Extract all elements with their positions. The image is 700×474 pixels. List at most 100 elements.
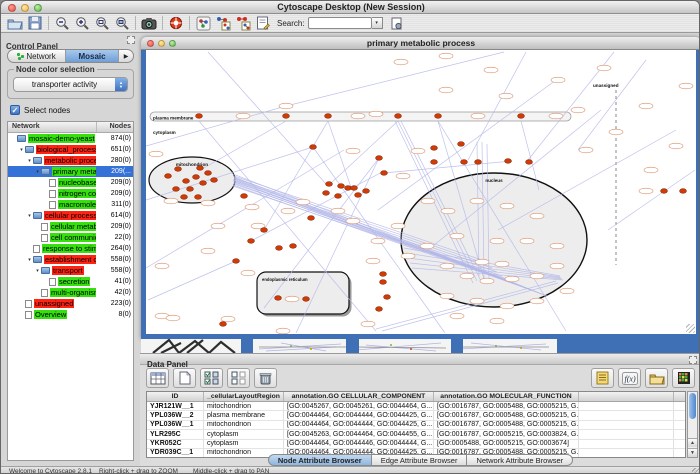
- table-column-header[interactable]: _cellularLayoutRegion: [204, 392, 284, 401]
- network-node-label[interactable]: [285, 296, 299, 302]
- network-node-label[interactable]: [149, 151, 163, 157]
- table-row[interactable]: YLR295Ccytoplasm[GO:0045263, GO:0044464,…: [147, 430, 685, 439]
- save-icon[interactable]: [25, 15, 45, 32]
- network-node-label[interactable]: [241, 270, 255, 276]
- network-node-label[interactable]: [679, 83, 693, 89]
- network-node-selected[interactable]: [461, 160, 468, 165]
- network-node-selected[interactable]: [338, 184, 345, 189]
- network-node-label[interactable]: [276, 328, 290, 334]
- tree-row[interactable]: ▾metabolic process280(0): [8, 155, 133, 166]
- network-node-selected[interactable]: [290, 244, 297, 249]
- network-node-label[interactable]: [411, 148, 425, 154]
- network-node-label[interactable]: [484, 67, 498, 73]
- network-node-label[interactable]: [221, 316, 235, 322]
- zoom-fit-icon[interactable]: [92, 15, 112, 32]
- expand-triangle-icon[interactable]: ▾: [18, 147, 25, 153]
- table-column-header[interactable]: [579, 392, 674, 401]
- network-node-label[interactable]: [211, 223, 225, 229]
- network-node-selected[interactable]: [475, 160, 482, 165]
- network-node-selected[interactable]: [395, 114, 402, 119]
- network-node-selected[interactable]: [205, 171, 212, 176]
- network-node-label[interactable]: [499, 93, 513, 99]
- network-node-selected[interactable]: [661, 189, 668, 194]
- expand-triangle-icon[interactable]: ▾: [26, 158, 33, 164]
- network-node-label[interactable]: [441, 208, 455, 214]
- network-node-selected[interactable]: [380, 272, 387, 277]
- tree-row[interactable]: secretion41(0): [8, 276, 133, 287]
- network-node-label[interactable]: [440, 263, 454, 269]
- network-node-selected[interactable]: [183, 179, 190, 184]
- network-node-label[interactable]: [530, 273, 544, 279]
- network-node-label[interactable]: [470, 198, 484, 204]
- tree-row[interactable]: ▾transport558(0): [8, 265, 133, 276]
- network-node-selected[interactable]: [335, 194, 342, 199]
- network-node-label[interactable]: [450, 233, 464, 239]
- network-edge[interactable]: [578, 60, 646, 150]
- color-attribute-combobox[interactable]: transporter activity ▲▼: [13, 77, 128, 92]
- tree-header[interactable]: Network Nodes: [8, 122, 133, 133]
- tree-row[interactable]: macromolecule311(0): [8, 199, 133, 210]
- network-node-label[interactable]: [439, 53, 453, 59]
- network-node-label[interactable]: [164, 198, 178, 204]
- network-node-label[interactable]: [369, 111, 383, 117]
- notes-icon[interactable]: [591, 368, 614, 388]
- network-node-label[interactable]: [644, 167, 658, 173]
- network-node-selected[interactable]: [276, 246, 283, 251]
- tree-row[interactable]: nucleobase-209(0): [8, 177, 133, 188]
- search-dropdown-arrow-icon[interactable]: ▾: [372, 17, 383, 29]
- expand-triangle-icon[interactable]: ▾: [26, 257, 33, 263]
- network-node-label[interactable]: [490, 318, 504, 324]
- network-node-label[interactable]: [495, 261, 509, 267]
- network-node-label[interactable]: [346, 218, 360, 224]
- network-node-label[interactable]: [439, 87, 453, 93]
- network-node-label[interactable]: [500, 203, 514, 209]
- network-node-selected[interactable]: [233, 259, 240, 264]
- network-node-label[interactable]: [166, 315, 180, 321]
- tab-mosaic[interactable]: Mosaic: [66, 50, 119, 62]
- tree-row[interactable]: mosaic-demo-yeast874(0): [8, 133, 133, 144]
- network-node-selected[interactable]: [431, 146, 438, 151]
- network-node-label[interactable]: [279, 103, 293, 109]
- network-edge[interactable]: [384, 161, 512, 173]
- network-node-selected[interactable]: [200, 181, 207, 186]
- network-node-label[interactable]: [550, 243, 564, 249]
- network-node-selected[interactable]: [165, 174, 172, 179]
- table-column-header[interactable]: ID: [147, 392, 204, 401]
- network-node-label[interactable]: [490, 238, 504, 244]
- network-node-selected[interactable]: [505, 159, 512, 164]
- expand-triangle-icon[interactable]: ▾: [34, 268, 41, 274]
- network-node-selected[interactable]: [680, 189, 687, 194]
- table-row[interactable]: YPL036W__2plasma membrane[GO:0044464, GO…: [147, 411, 685, 420]
- help-ring-icon[interactable]: [166, 15, 186, 32]
- network-node-label[interactable]: [579, 147, 593, 153]
- network-edge[interactable]: [204, 121, 286, 168]
- network-window-titlebar[interactable]: primary metabolic process: [141, 37, 700, 50]
- float-panel-icon[interactable]: [127, 36, 135, 44]
- network-node-label[interactable]: [520, 238, 534, 244]
- unselect-attributes-icon[interactable]: [227, 368, 250, 388]
- network-node-label[interactable]: [396, 173, 410, 179]
- network-node-selected[interactable]: [308, 216, 315, 221]
- network-edge[interactable]: [328, 121, 352, 190]
- network-node-label[interactable]: [669, 143, 683, 149]
- network-node-selected[interactable]: [431, 160, 438, 165]
- table-row[interactable]: YJR121W__1mitochondrion[GO:0045267, GO:0…: [147, 402, 685, 411]
- network-node-label[interactable]: [366, 258, 380, 264]
- network-node-selected[interactable]: [196, 114, 203, 119]
- network-node-selected[interactable]: [220, 322, 227, 327]
- expand-triangle-icon[interactable]: ▾: [34, 169, 41, 175]
- network-node-label[interactable]: [550, 263, 564, 269]
- tree-row[interactable]: ▾biological_process651(0): [8, 144, 133, 155]
- network-node-label[interactable]: [281, 208, 295, 214]
- network-node-selected[interactable]: [195, 195, 202, 200]
- network-node-label[interactable]: [480, 278, 494, 284]
- network-node-selected[interactable]: [355, 193, 362, 198]
- network-node-label[interactable]: [471, 113, 485, 119]
- tree-row[interactable]: multi-organism pro42(0): [8, 287, 133, 298]
- network-node-selected[interactable]: [384, 295, 391, 300]
- tab-network-attribute-browser[interactable]: Network Attribute Browser: [466, 454, 573, 466]
- network-node-selected[interactable]: [181, 195, 188, 200]
- new-attribute-icon[interactable]: [173, 368, 196, 388]
- network-node-label[interactable]: [401, 253, 415, 259]
- network-node-label[interactable]: [394, 59, 408, 65]
